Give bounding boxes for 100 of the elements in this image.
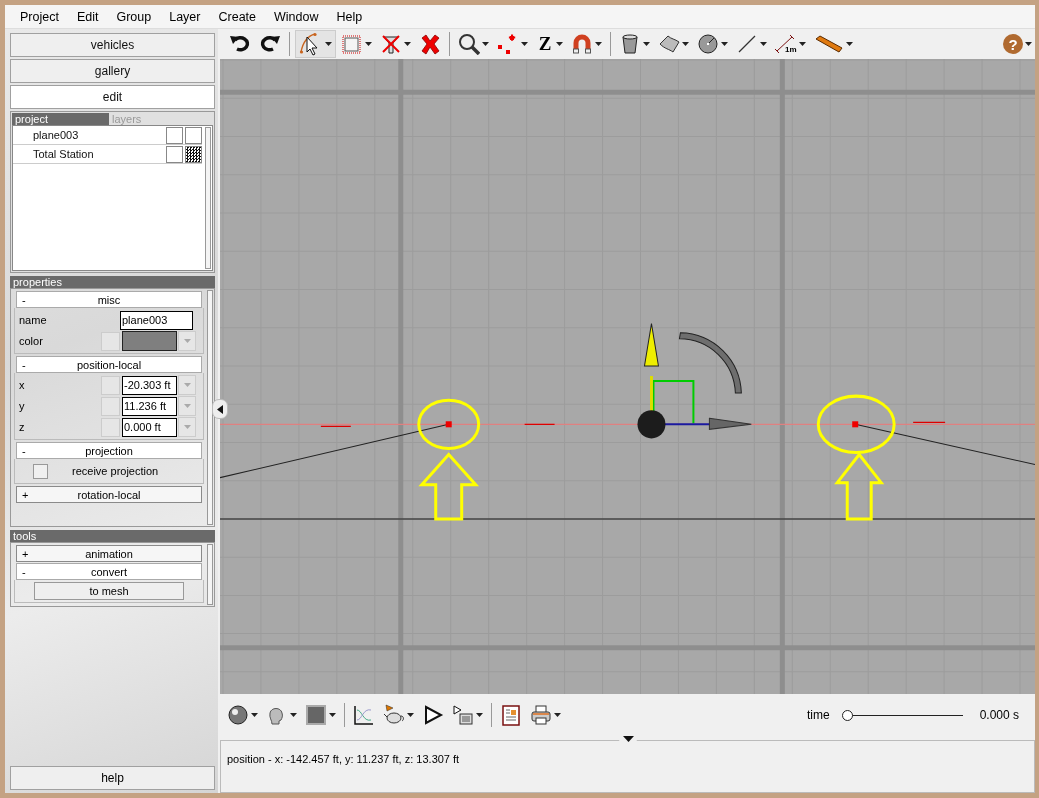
caret-icon bbox=[721, 42, 728, 46]
transform-gizmo-drawing[interactable] bbox=[637, 323, 752, 439]
caret-icon bbox=[183, 383, 191, 387]
graph-icon bbox=[353, 704, 375, 726]
caret-icon bbox=[183, 404, 191, 408]
side-tab[interactable]: gallery bbox=[10, 59, 215, 83]
section-title: convert bbox=[89, 565, 129, 578]
section-header[interactable]: + rotation-local bbox=[16, 486, 202, 503]
select-rectangle-icon bbox=[341, 33, 363, 55]
caret-icon bbox=[329, 713, 336, 717]
highlight-ellipse bbox=[417, 398, 481, 450]
toolbar-button[interactable]: 1m bbox=[772, 31, 809, 57]
caret-icon bbox=[365, 42, 372, 46]
side-tab[interactable]: vehicles bbox=[10, 33, 215, 57]
side-tab[interactable]: edit bbox=[10, 85, 215, 109]
toolbar-button[interactable]: Z bbox=[533, 31, 566, 57]
toggle-sign[interactable]: + bbox=[17, 547, 34, 560]
section-header[interactable]: + animation bbox=[16, 545, 202, 562]
caret-icon bbox=[556, 42, 563, 46]
object-name[interactable]: plane003 bbox=[13, 129, 164, 141]
section-title: animation bbox=[84, 547, 134, 560]
section-title: projection bbox=[84, 444, 134, 457]
object-name[interactable]: Total Station bbox=[13, 148, 164, 160]
caret-icon bbox=[251, 713, 258, 717]
color-swatch[interactable] bbox=[122, 331, 177, 351]
caret-icon bbox=[183, 425, 191, 429]
caret-icon bbox=[595, 42, 602, 46]
caret-icon bbox=[643, 42, 650, 46]
object-toggle[interactable] bbox=[185, 145, 202, 163]
cylinder-icon bbox=[619, 33, 641, 55]
text-field[interactable]: plane003 bbox=[120, 310, 193, 330]
up-arrow bbox=[418, 452, 480, 521]
time-label: time bbox=[806, 708, 830, 722]
section-header[interactable]: - convert bbox=[16, 563, 202, 580]
toggle-sign[interactable]: - bbox=[17, 565, 34, 578]
properties-header: properties bbox=[10, 276, 215, 288]
vertex-point bbox=[852, 421, 859, 428]
checkbox[interactable] bbox=[33, 463, 48, 479]
play-icon bbox=[422, 704, 444, 726]
crossed-pin-icon bbox=[380, 33, 402, 55]
menu-item[interactable]: Layer bbox=[160, 9, 210, 24]
printer-icon bbox=[530, 704, 552, 726]
number-field[interactable]: 0.000 ft bbox=[122, 417, 177, 437]
menu-item[interactable]: Window bbox=[265, 9, 328, 24]
caret-icon bbox=[183, 339, 191, 343]
menu-item[interactable]: Group bbox=[107, 9, 161, 24]
panel-tab[interactable]: project bbox=[12, 113, 109, 125]
status-text: position - x: -142.457 ft, y: 11.237 ft, z: 13.307 ft bbox=[227, 753, 460, 765]
collapse-handle[interactable] bbox=[212, 399, 228, 419]
search-icon bbox=[458, 33, 480, 55]
object-toggle[interactable] bbox=[166, 126, 183, 144]
sphere-icon bbox=[227, 704, 249, 726]
caret-icon bbox=[404, 42, 411, 46]
circle-icon bbox=[697, 33, 719, 55]
menu-item[interactable]: Help bbox=[327, 9, 372, 24]
caret-icon bbox=[407, 713, 414, 717]
undo-icon bbox=[229, 33, 251, 55]
up-arrow bbox=[834, 452, 885, 521]
menu-item[interactable]: Project bbox=[11, 9, 68, 24]
help-menu-button[interactable]: ? bbox=[1000, 31, 1035, 57]
slider-thumb[interactable] bbox=[841, 709, 853, 721]
caret-icon bbox=[476, 713, 483, 717]
caret-icon bbox=[521, 42, 528, 46]
toggle-sign[interactable]: - bbox=[17, 358, 34, 371]
help-button[interactable]: help bbox=[10, 766, 215, 790]
toggle-sign[interactable]: - bbox=[17, 444, 34, 457]
menu-item[interactable]: Create bbox=[209, 9, 265, 24]
section-title: rotation-local bbox=[76, 488, 142, 501]
property-label: color bbox=[19, 335, 44, 347]
toggle-sign[interactable]: + bbox=[17, 488, 34, 501]
menu-item[interactable]: Edit bbox=[67, 9, 108, 24]
material-swatch-icon bbox=[305, 704, 327, 726]
object-toggle[interactable] bbox=[185, 126, 202, 144]
to-mesh-button[interactable]: to mesh bbox=[34, 582, 184, 600]
section-title: misc bbox=[96, 293, 122, 306]
surface-icon bbox=[658, 33, 680, 55]
number-field[interactable]: 11.236 ft bbox=[122, 396, 177, 416]
property-label: y bbox=[19, 400, 26, 412]
number-field[interactable]: -20.303 ft bbox=[122, 375, 177, 395]
caret-icon bbox=[290, 713, 297, 717]
checkbox-label: receive projection bbox=[72, 465, 159, 477]
tools-header: tools bbox=[10, 530, 215, 542]
caret-icon bbox=[1025, 42, 1032, 46]
caret-icon bbox=[482, 42, 489, 46]
play-list-icon bbox=[452, 704, 474, 726]
caret-icon bbox=[845, 42, 853, 46]
section-header[interactable]: - misc bbox=[16, 291, 202, 308]
property-label: x bbox=[19, 379, 26, 391]
time-reading: 0.000 s bbox=[979, 708, 1019, 722]
caret-icon bbox=[325, 42, 332, 46]
caret-icon bbox=[682, 42, 689, 46]
section-header[interactable]: - position-local bbox=[16, 356, 202, 373]
property-label: name bbox=[19, 314, 48, 326]
object-toggle[interactable] bbox=[166, 145, 183, 163]
line-icon bbox=[736, 33, 758, 55]
magnet-icon bbox=[571, 33, 593, 55]
property-label: z bbox=[19, 421, 26, 433]
section-header[interactable]: - projection bbox=[16, 442, 202, 459]
toggle-sign[interactable]: - bbox=[17, 293, 34, 306]
select-tool-button[interactable] bbox=[295, 30, 336, 58]
